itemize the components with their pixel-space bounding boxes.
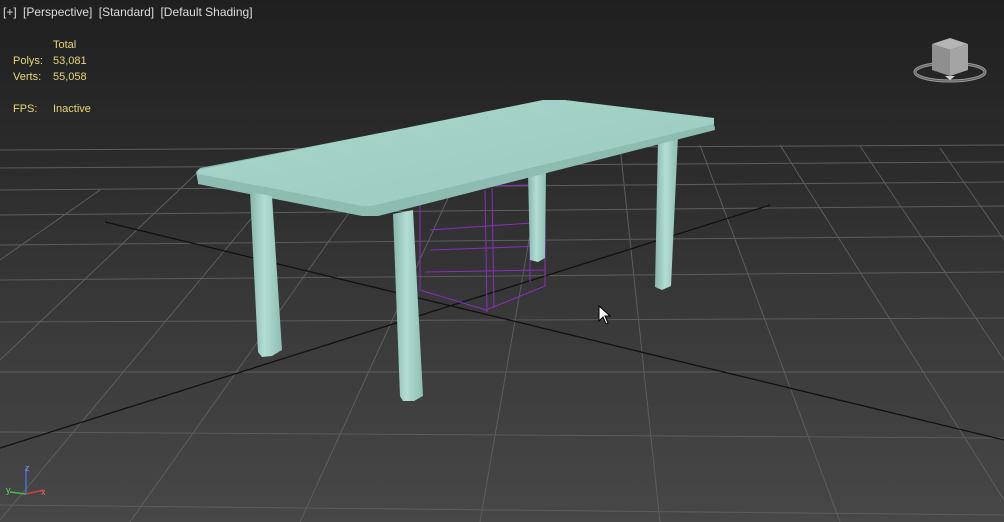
viewport-label-menu: [+] [Perspective] [Standard] [Default Sh… (3, 5, 256, 19)
ground-grid (0, 144, 1004, 522)
scene-canvas[interactable] (0, 0, 1004, 522)
polys-label: Polys: (13, 55, 43, 67)
viewport-view-menu[interactable]: [Perspective] (23, 5, 92, 19)
viewcube-icon[interactable] (912, 32, 988, 88)
verts-label: Verts: (13, 71, 42, 83)
fps-label: FPS: (13, 103, 38, 115)
viewport-plus-menu[interactable]: [+] (3, 5, 17, 19)
fps-value: Inactive (53, 103, 91, 115)
axis-z-label: z (25, 463, 30, 473)
polys-value: 53,081 (53, 55, 87, 67)
verts-value: 55,058 (53, 71, 87, 83)
stats-header: Total (53, 39, 77, 51)
helper-box-wireframe (419, 184, 546, 313)
grid-axes (0, 204, 1004, 449)
perspective-viewport[interactable]: [+] [Perspective] [Standard] [Default Sh… (0, 0, 1004, 522)
table-front-legs (250, 192, 423, 401)
mouse-cursor-icon (598, 305, 612, 325)
viewport-shading-menu[interactable]: [Default Shading] (160, 5, 252, 19)
axis-x-label: x (41, 487, 46, 497)
viewport-style-menu[interactable]: [Standard] (99, 5, 154, 19)
table-top (196, 100, 715, 216)
axis-tripod-icon: z y x (6, 463, 46, 497)
axis-y-label: y (6, 485, 11, 495)
statistics-overlay: Total Polys: 53,081 Verts: 55,058 FPS: I… (13, 37, 91, 117)
